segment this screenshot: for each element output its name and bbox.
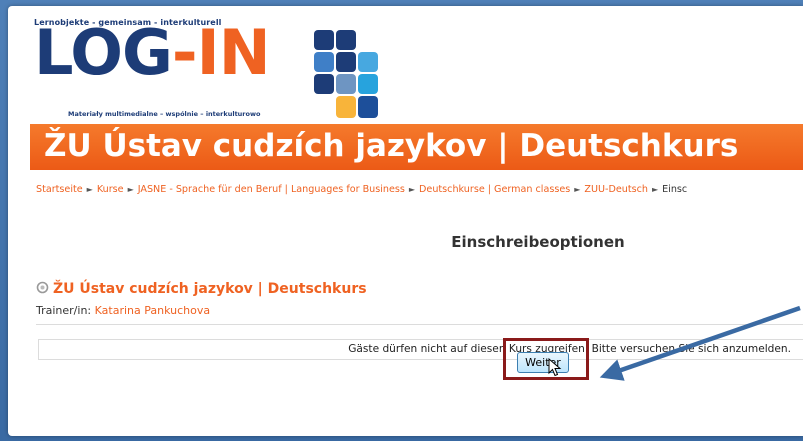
logo-subtitle: Materiały multimedialne – wspólnie – int… [68,110,261,118]
breadcrumb-separator-icon: ► [408,185,416,194]
breadcrumb-current: Einsc [662,184,688,195]
breadcrumb-courses[interactable]: Kurse [97,184,124,195]
browser-page: Lernobjekte - gemeinsam - interkulturell… [8,6,803,436]
breadcrumb-german-classes[interactable]: Deutschkurse | German classes [419,184,570,195]
trainer-name-link[interactable]: Katarina Pankuchova [95,304,210,317]
breadcrumb-home[interactable]: Startseite [36,184,83,195]
page-title: Einschreibeoptionen [451,233,625,251]
breadcrumb-separator-icon: ► [127,185,134,194]
breadcrumb-separator-icon: ► [574,185,581,194]
breadcrumb-zuu-deutsch[interactable]: ZUU-Deutsch [584,184,648,195]
trainer-label: Trainer/in: [36,304,92,317]
banner-title: ŽU Ústav cudzích jazykov | Deutschkurs [44,128,739,164]
logo-blocks-icon [314,30,378,122]
breadcrumb-separator-icon: ► [651,185,659,194]
site-logo[interactable]: LOG-IN [34,22,271,84]
breadcrumb-separator-icon: ► [86,185,93,194]
guest-notice: Gäste dürfen nicht auf diesen Kurs zugre… [38,339,803,360]
logo-word-dash: - [171,16,198,89]
mouse-cursor-icon [548,358,562,377]
breadcrumb: Startseite ► Kurse ► JASNE - Sprache für den… [36,184,687,195]
logo-word-in: IN [196,16,271,89]
divider [36,324,803,325]
breadcrumb-jasne[interactable]: JASNE - Sprache für den Beruf | Language… [138,184,405,195]
course-title-text: ŽU Ústav cudzích jazykov | Deutschkurs [53,281,367,297]
course-title[interactable]: ŽU Ústav cudzích jazykov | Deutschkurs [36,281,367,297]
course-icon [36,281,49,294]
trainer-line: Trainer/in: Katarina Pankuchova [36,304,210,317]
logo-word-log: LOG [34,16,173,89]
course-banner: ŽU Ústav cudzích jazykov | Deutschkurs [30,124,803,170]
